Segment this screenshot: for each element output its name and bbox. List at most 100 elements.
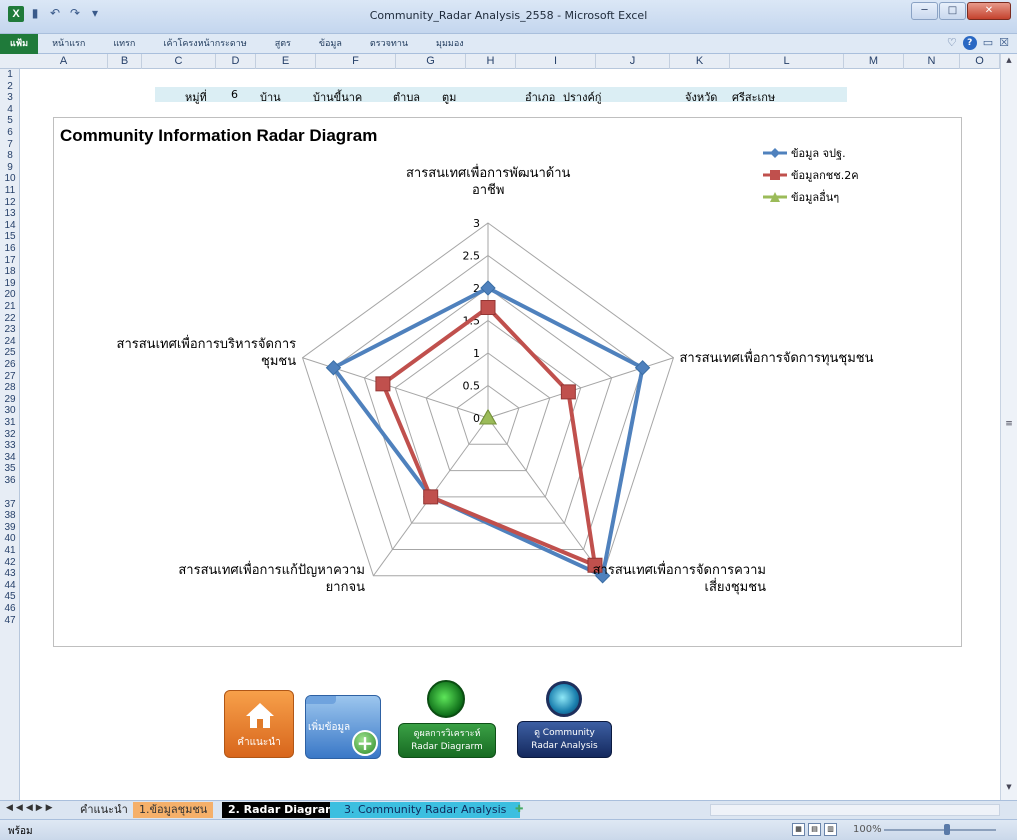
row-header-42[interactable]: 42	[0, 557, 20, 568]
row-header-18[interactable]: 18	[0, 266, 20, 277]
sheet-tab-community-radar-analysis[interactable]: 3. Community Radar Analysis	[330, 802, 521, 818]
row-header-43[interactable]: 43	[0, 568, 20, 579]
community-radar-analysis-button[interactable]: ดู Community Radar Analysis	[517, 721, 612, 758]
community-wheel-icon[interactable]	[546, 681, 582, 717]
row-header-7[interactable]: 7	[0, 139, 20, 150]
home-guide-button[interactable]: คำแนะนำ	[224, 690, 294, 758]
tab-formulas[interactable]: สูตร	[261, 34, 305, 54]
row-header-17[interactable]: 17	[0, 255, 20, 266]
row-header-2[interactable]: 2	[0, 81, 20, 92]
minimize-ribbon-icon[interactable]: ♡	[947, 36, 957, 50]
row-header-24[interactable]: 24	[0, 336, 20, 347]
column-header-h[interactable]: H	[466, 54, 516, 69]
close-button[interactable]: ✕	[967, 2, 1011, 20]
zoom-slider[interactable]	[884, 829, 996, 831]
tab-view[interactable]: มุมมอง	[422, 34, 478, 54]
row-header-13[interactable]: 13	[0, 208, 20, 219]
row-header-36[interactable]: 36	[0, 475, 20, 486]
column-header-c[interactable]: C	[142, 54, 216, 69]
scroll-down-icon[interactable]: ▼	[1003, 783, 1015, 795]
row-header-26[interactable]: 26	[0, 359, 20, 370]
add-data-button[interactable]: เพิ่มข้อมูล +	[305, 695, 381, 759]
column-header-b[interactable]: B	[108, 54, 142, 69]
help-icon[interactable]: ?	[962, 36, 977, 50]
sheet-nav-arrows-icon[interactable]: ◀◀◀▶▶	[6, 803, 56, 813]
tab-insert[interactable]: แทรก	[99, 34, 149, 54]
workbook-close-icon[interactable]: ☒	[999, 36, 1009, 50]
row-header-21[interactable]: 21	[0, 301, 20, 312]
row-header-46[interactable]: 46	[0, 603, 20, 614]
row-header-19[interactable]: 19	[0, 278, 20, 289]
page-layout-view-icon[interactable]: ▤	[808, 823, 821, 836]
column-header-g[interactable]: G	[396, 54, 466, 69]
row-header-6[interactable]: 6	[0, 127, 20, 138]
row-header-12[interactable]: 12	[0, 197, 20, 208]
column-header-f[interactable]: F	[316, 54, 396, 69]
radar-scope-icon[interactable]	[427, 680, 465, 718]
row-header-8[interactable]: 8	[0, 150, 20, 161]
row-header-4[interactable]: 4	[0, 104, 20, 115]
row-header-28[interactable]: 28	[0, 382, 20, 393]
row-header-23[interactable]: 23	[0, 324, 20, 335]
column-header-n[interactable]: N	[904, 54, 960, 69]
row-header-41[interactable]: 41	[0, 545, 20, 556]
page-break-view-icon[interactable]: ▥	[824, 823, 837, 836]
tab-data[interactable]: ข้อมูล	[305, 34, 356, 54]
row-header-31[interactable]: 31	[0, 417, 20, 428]
row-header-30[interactable]: 30	[0, 405, 20, 416]
row-header-9[interactable]: 9	[0, 162, 20, 173]
sheet-tab-radar-diagram[interactable]: 2. Radar Diagram	[222, 802, 343, 818]
row-header-15[interactable]: 15	[0, 231, 20, 242]
sheet-tab-community-data[interactable]: 1.ข้อมูลชุมชน	[133, 802, 214, 818]
tab-file[interactable]: แฟ้ม	[0, 34, 39, 54]
row-header-34[interactable]: 34	[0, 452, 20, 463]
column-header-d[interactable]: D	[216, 54, 256, 69]
row-header-44[interactable]: 44	[0, 580, 20, 591]
restore-window-icon[interactable]: ▭	[983, 36, 993, 50]
scroll-grip-icon[interactable]: ≡	[1003, 419, 1015, 431]
row-header-14[interactable]: 14	[0, 220, 20, 231]
row-header-33[interactable]: 33	[0, 440, 20, 451]
column-header-e[interactable]: E	[256, 54, 316, 69]
row-header-45[interactable]: 45	[0, 591, 20, 602]
scroll-up-icon[interactable]: ▲	[1003, 56, 1015, 68]
insert-sheet-icon[interactable]: ✚	[509, 802, 531, 818]
column-header-k[interactable]: K	[670, 54, 730, 69]
row-header-27[interactable]: 27	[0, 371, 20, 382]
row-header-3[interactable]: 3	[0, 92, 20, 103]
row-header-10[interactable]: 10	[0, 173, 20, 184]
row-header-29[interactable]: 29	[0, 394, 20, 405]
vertical-scrollbar[interactable]: ▲ ▼ ≡	[1000, 54, 1017, 800]
row-header-39[interactable]: 39	[0, 522, 20, 533]
radar-chart[interactable]: 0 0.5 1 1.5 2 2.5 3 Community Information Rada…	[53, 117, 962, 647]
minimize-button[interactable]: ─	[911, 2, 938, 20]
column-header-l[interactable]: L	[730, 54, 844, 69]
normal-view-icon[interactable]: ▦	[792, 823, 805, 836]
tab-page-layout[interactable]: เค้าโครงหน้ากระดาษ	[149, 34, 260, 54]
tab-home[interactable]: หน้าแรก	[38, 34, 99, 54]
column-header-a[interactable]: A	[20, 54, 108, 69]
row-header-1[interactable]: 1	[0, 69, 20, 80]
column-header-j[interactable]: J	[596, 54, 670, 69]
column-header-m[interactable]: M	[844, 54, 904, 69]
column-header-o[interactable]: O	[960, 54, 1000, 69]
row-header-38[interactable]: 38	[0, 510, 20, 521]
horizontal-scrollbar[interactable]	[710, 804, 1000, 816]
row-header-22[interactable]: 22	[0, 313, 20, 324]
tab-review[interactable]: ตรวจทาน	[356, 34, 422, 54]
row-header-40[interactable]: 40	[0, 533, 20, 544]
row-header-5[interactable]: 5	[0, 115, 20, 126]
zoom-slider-knob[interactable]	[944, 824, 950, 835]
row-header-35[interactable]: 35	[0, 463, 20, 474]
row-header-11[interactable]: 11	[0, 185, 20, 196]
view-radar-diagram-button[interactable]: ดูผลการวิเคราะห์ Radar Diagrarm	[398, 723, 496, 758]
maximize-button[interactable]: □	[939, 2, 966, 20]
row-header-32[interactable]: 32	[0, 429, 20, 440]
sheet-tab-guide[interactable]: คำแนะนำ	[74, 802, 134, 818]
column-header-i[interactable]: I	[516, 54, 596, 69]
row-header-37[interactable]: 37	[0, 499, 20, 510]
row-header-25[interactable]: 25	[0, 347, 20, 358]
row-header-47[interactable]: 47	[0, 615, 20, 626]
row-header-16[interactable]: 16	[0, 243, 20, 254]
row-header-20[interactable]: 20	[0, 289, 20, 300]
